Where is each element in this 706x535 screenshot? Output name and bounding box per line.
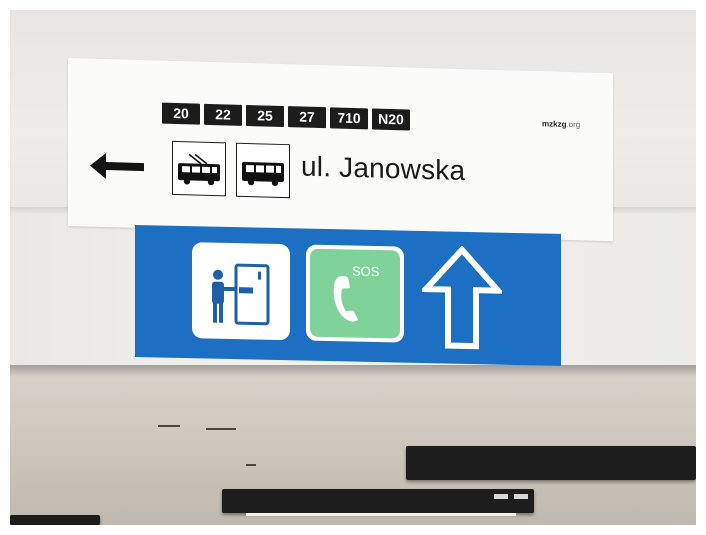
info-sign: SOS	[135, 225, 561, 366]
operator-logo: mzkzg.org	[542, 119, 580, 129]
route-badge: 25	[246, 104, 284, 128]
ceiling-lamp-center	[222, 489, 534, 513]
brand-suffix: .org	[566, 119, 581, 130]
route-badge: 20	[162, 102, 200, 125]
route-lines: 20 22 25 27 710 N20	[162, 102, 410, 131]
ceiling-shadow	[10, 365, 696, 377]
trolleybus-icon	[172, 140, 226, 197]
route-badge: N20	[372, 108, 410, 131]
ceiling-crack	[158, 425, 180, 427]
route-badge: 22	[204, 103, 242, 126]
lamp-switch	[494, 494, 508, 499]
lamp-switch	[514, 494, 528, 499]
ticket-machine-icon	[192, 242, 290, 341]
route-badge: 27	[288, 106, 326, 129]
ceiling-lamp-right	[406, 446, 696, 480]
ceiling-crack	[206, 428, 236, 430]
sos-phone-icon: SOS	[306, 244, 404, 343]
ceiling-lamp-left	[10, 515, 100, 525]
street-name: ul. Janowska	[301, 150, 466, 187]
lamp-glow	[246, 513, 516, 516]
photo-frame: 20 22 25 27 710 N20 mzkzg.org ul. Janows…	[10, 10, 696, 525]
bus-icon	[236, 142, 290, 199]
sos-panel-background: SOS	[310, 248, 400, 339]
brand-name: mzkzg	[542, 119, 567, 129]
left-arrow-icon	[90, 153, 144, 180]
direction-sign: 20 22 25 27 710 N20 mzkzg.org ul. Janows…	[68, 58, 613, 242]
route-badge: 710	[330, 107, 368, 130]
ceiling-crack	[246, 464, 256, 466]
sos-label: SOS	[352, 263, 380, 280]
up-arrow-icon	[422, 245, 502, 350]
